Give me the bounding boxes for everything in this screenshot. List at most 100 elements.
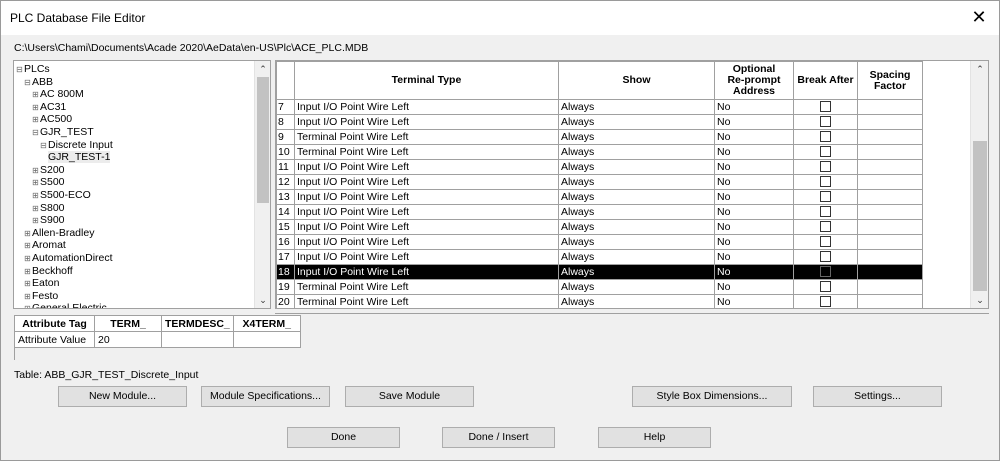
break-after-checkbox[interactable] bbox=[820, 236, 831, 248]
spacing-factor-cell[interactable] bbox=[857, 129, 923, 145]
expand-icon[interactable]: ⊞ bbox=[32, 101, 40, 114]
done-insert-button[interactable]: Done / Insert bbox=[442, 427, 555, 448]
tree-item[interactable]: GJR_TEST-1 bbox=[48, 151, 111, 164]
spacing-factor-cell[interactable] bbox=[857, 294, 923, 308]
spacing-factor-cell[interactable] bbox=[857, 204, 923, 220]
expand-icon[interactable]: ⊞ bbox=[24, 265, 32, 278]
done-button[interactable]: Done bbox=[287, 427, 400, 448]
attr-termdesc-value[interactable] bbox=[161, 331, 234, 348]
table-row[interactable]: 19 Terminal Point Wire Left Always No bbox=[276, 279, 923, 295]
scroll-down-icon[interactable]: ⌄ bbox=[255, 292, 270, 308]
expand-icon[interactable]: ⊞ bbox=[24, 302, 32, 308]
terminal-type-cell[interactable]: Terminal Point Wire Left bbox=[294, 294, 559, 308]
tree-item[interactable]: ⊞S900 bbox=[32, 214, 65, 227]
show-cell[interactable]: Always bbox=[558, 129, 715, 145]
show-cell[interactable]: Always bbox=[558, 189, 715, 205]
break-after-checkbox[interactable] bbox=[820, 116, 831, 128]
module-specifications-button[interactable]: Module Specifications... bbox=[201, 386, 330, 407]
show-cell[interactable]: Always bbox=[558, 204, 715, 220]
optional-reprompt-header[interactable]: Optional Re-prompt Address bbox=[714, 61, 794, 100]
table-row[interactable]: 16 Input I/O Point Wire Left Always No bbox=[276, 234, 923, 250]
spacing-factor-cell[interactable] bbox=[857, 234, 923, 250]
table-row[interactable]: 9 Terminal Point Wire Left Always No bbox=[276, 129, 923, 145]
settings-button[interactable]: Settings... bbox=[813, 386, 942, 407]
tree-scroll-thumb[interactable] bbox=[257, 77, 269, 203]
tree-item[interactable]: ⊞S500 bbox=[32, 176, 65, 189]
attr-x4term-value[interactable] bbox=[232, 331, 301, 348]
tree-item[interactable]: ⊞General Electric bbox=[24, 302, 107, 308]
show-cell[interactable]: Always bbox=[558, 234, 715, 250]
grid-scroll-thumb[interactable] bbox=[973, 141, 987, 291]
tree-item[interactable]: ⊞AC 800M bbox=[32, 88, 84, 101]
terminal-type-cell[interactable]: Input I/O Point Wire Left bbox=[294, 219, 559, 235]
terminal-type-cell[interactable]: Input I/O Point Wire Left bbox=[294, 174, 559, 190]
spacing-factor-cell[interactable] bbox=[857, 189, 923, 205]
reprompt-cell[interactable]: No bbox=[714, 159, 794, 175]
show-cell[interactable]: Always bbox=[558, 144, 715, 160]
reprompt-cell[interactable]: No bbox=[714, 294, 794, 308]
terminal-type-cell[interactable]: Terminal Point Wire Left bbox=[294, 144, 559, 160]
table-row[interactable]: 14 Input I/O Point Wire Left Always No bbox=[276, 204, 923, 220]
expand-icon[interactable]: ⊞ bbox=[32, 88, 40, 101]
expand-icon[interactable]: ⊞ bbox=[24, 252, 32, 265]
show-cell[interactable]: Always bbox=[558, 279, 715, 295]
scroll-up-icon[interactable]: ⌃ bbox=[971, 61, 988, 77]
expand-icon[interactable]: ⊞ bbox=[32, 202, 40, 215]
break-after-checkbox[interactable] bbox=[820, 221, 831, 233]
save-module-button[interactable]: Save Module bbox=[345, 386, 474, 407]
expand-icon[interactable]: ⊞ bbox=[32, 214, 40, 227]
reprompt-cell[interactable]: No bbox=[714, 204, 794, 220]
terminal-type-cell[interactable]: Input I/O Point Wire Left bbox=[294, 204, 559, 220]
terminal-type-cell[interactable]: Terminal Point Wire Left bbox=[294, 279, 559, 295]
spacing-factor-cell[interactable] bbox=[857, 264, 923, 280]
collapse-icon[interactable]: ⊟ bbox=[40, 139, 48, 152]
reprompt-cell[interactable]: No bbox=[714, 174, 794, 190]
expand-icon[interactable]: ⊞ bbox=[24, 277, 32, 290]
reprompt-cell[interactable]: No bbox=[714, 144, 794, 160]
table-row[interactable]: 20 Terminal Point Wire Left Always No bbox=[276, 294, 923, 308]
show-cell[interactable]: Always bbox=[558, 264, 715, 280]
expand-icon[interactable]: ⊞ bbox=[32, 189, 40, 202]
tree-scrollbar[interactable]: ⌃ ⌄ bbox=[254, 61, 270, 308]
tree-item[interactable]: ⊞AC500 bbox=[32, 113, 72, 126]
terminal-type-cell[interactable]: Input I/O Point Wire Left bbox=[294, 249, 559, 265]
tree-item[interactable]: ⊞S500-ECO bbox=[32, 189, 91, 202]
reprompt-cell[interactable]: No bbox=[714, 114, 794, 130]
reprompt-cell[interactable]: No bbox=[714, 249, 794, 265]
expand-icon[interactable]: ⊞ bbox=[32, 176, 40, 189]
new-module-button[interactable]: New Module... bbox=[58, 386, 187, 407]
plc-tree-view[interactable]: ⊟PLCs ⊟ABB ⊞AC 800M ⊞AC31 ⊞AC500 ⊟GJR_TEST ⊟Di… bbox=[13, 60, 271, 309]
table-row[interactable]: 8 Input I/O Point Wire Left Always No bbox=[276, 114, 923, 130]
tree-item[interactable]: ⊟Discrete Input bbox=[40, 139, 113, 152]
break-after-checkbox[interactable] bbox=[820, 176, 831, 188]
break-after-checkbox[interactable] bbox=[820, 251, 831, 263]
break-after-checkbox[interactable] bbox=[820, 101, 831, 113]
table-row[interactable]: 18 Input I/O Point Wire Left Always No bbox=[276, 264, 923, 280]
show-cell[interactable]: Always bbox=[558, 174, 715, 190]
terminal-type-cell[interactable]: Input I/O Point Wire Left bbox=[294, 234, 559, 250]
show-cell[interactable]: Always bbox=[558, 294, 715, 308]
spacing-factor-cell[interactable] bbox=[857, 219, 923, 235]
tree-item[interactable]: ⊞Eaton bbox=[24, 277, 59, 290]
table-row[interactable]: 7 Input I/O Point Wire Left Always No bbox=[276, 99, 923, 115]
expand-icon[interactable]: ⊞ bbox=[24, 239, 32, 252]
show-cell[interactable]: Always bbox=[558, 249, 715, 265]
spacing-factor-cell[interactable] bbox=[857, 144, 923, 160]
break-after-checkbox[interactable] bbox=[820, 161, 831, 173]
reprompt-cell[interactable]: No bbox=[714, 264, 794, 280]
show-cell[interactable]: Always bbox=[558, 114, 715, 130]
show-cell[interactable]: Always bbox=[558, 219, 715, 235]
break-after-checkbox[interactable] bbox=[820, 266, 831, 278]
table-row[interactable]: 12 Input I/O Point Wire Left Always No bbox=[276, 174, 923, 190]
show-cell[interactable]: Always bbox=[558, 159, 715, 175]
style-box-dimensions-button[interactable]: Style Box Dimensions... bbox=[632, 386, 792, 407]
collapse-icon[interactable]: ⊟ bbox=[24, 76, 32, 89]
terminal-type-cell[interactable]: Input I/O Point Wire Left bbox=[294, 189, 559, 205]
break-after-checkbox[interactable] bbox=[820, 206, 831, 218]
tree-item[interactable]: ⊟GJR_TEST bbox=[32, 126, 94, 139]
tree-item[interactable]: ⊞AutomationDirect bbox=[24, 252, 113, 265]
reprompt-cell[interactable]: No bbox=[714, 279, 794, 295]
tree-item[interactable]: ⊞S200 bbox=[32, 164, 65, 177]
table-row[interactable]: 17 Input I/O Point Wire Left Always No bbox=[276, 249, 923, 265]
expand-icon[interactable]: ⊞ bbox=[24, 290, 32, 303]
